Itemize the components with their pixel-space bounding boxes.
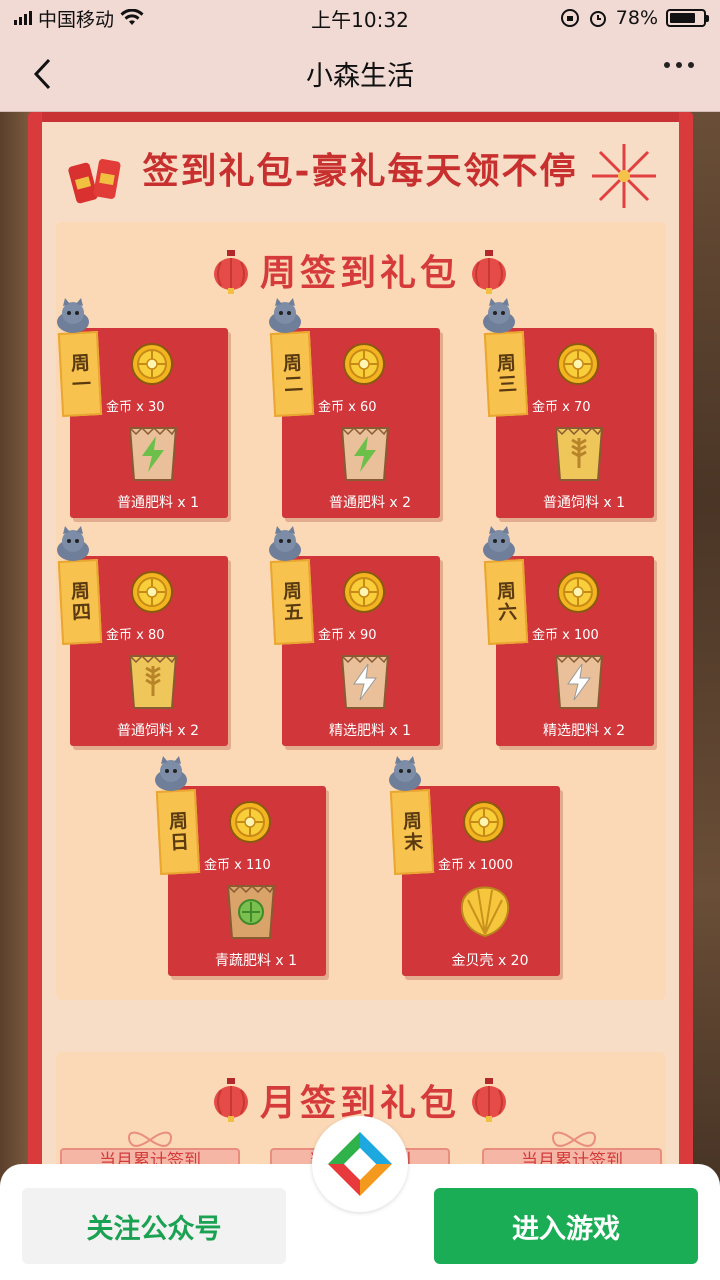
carrier-name: 中国移动	[38, 8, 115, 31]
day-tag: 周四	[57, 559, 103, 645]
fertilizer-green-bag-icon	[122, 420, 184, 484]
gold-coin-icon	[462, 800, 506, 844]
battery-icon	[666, 9, 709, 27]
feed-bag-icon	[122, 648, 184, 712]
day-reward-card: 周日 金币 x 110 青蔬肥料 x 1	[155, 756, 326, 976]
day-tag: 周六	[483, 559, 529, 645]
signal-icon	[14, 11, 32, 25]
day-tag: 周一	[57, 331, 103, 417]
cat-mascot-icon	[478, 526, 520, 562]
item-reward-label: 普通肥料 x 2	[328, 495, 412, 511]
firework-icon	[592, 144, 656, 208]
poster-top-stripe	[42, 112, 679, 122]
nav-bar: 小森生活	[0, 36, 720, 112]
coin-reward-label: 金币 x 90	[318, 628, 377, 643]
fertilizer-white-bag-icon	[548, 648, 610, 712]
gold-coin-icon	[130, 342, 174, 386]
feed-bag-icon	[548, 420, 610, 484]
battery-level	[670, 13, 695, 23]
cat-mascot-icon	[384, 756, 426, 792]
cat-mascot-icon	[52, 526, 94, 562]
day-reward-card: 周末 金币 x 1000 金贝壳 x 20	[389, 756, 560, 976]
gold-coin-icon	[342, 342, 386, 386]
coin-reward-label: 金币 x 100	[532, 628, 599, 643]
status-left: 中国移动	[14, 5, 254, 32]
coin-reward-label: 金币 x 70	[532, 400, 591, 415]
orientation-lock-icon	[560, 9, 579, 27]
coin-reward-label: 金币 x 80	[106, 628, 165, 643]
day-reward-card: 周一 金币 x 30 普通肥料 x 1	[57, 298, 228, 518]
cat-mascot-icon	[52, 298, 94, 334]
item-reward-label: 普通饲料 x 2	[116, 723, 200, 739]
back-button[interactable]	[22, 54, 62, 94]
vegetable-fertilizer-bag-icon	[220, 878, 282, 942]
status-bar: 中国移动 上午10:32 78%	[0, 0, 720, 36]
day-tag: 周末	[389, 789, 435, 875]
item-reward-label: 普通饲料 x 1	[542, 495, 626, 511]
gold-coin-icon	[130, 570, 174, 614]
item-reward-label: 精选肥料 x 1	[328, 723, 412, 739]
item-reward-label: 精选肥料 x 2	[542, 723, 626, 739]
cat-mascot-icon	[150, 756, 192, 792]
follow-account-button[interactable]: 关注公众号	[22, 1188, 286, 1264]
gold-coin-icon	[556, 570, 600, 614]
day-reward-card: 周三 金币 x 70 普通饲料 x 1	[483, 298, 654, 518]
battery-percent: 78%	[615, 7, 658, 29]
day-reward-card: 周五 金币 x 90 精选肥料 x 1	[269, 526, 440, 746]
lantern-icon	[472, 250, 506, 294]
enter-game-button[interactable]: 进入游戏	[434, 1188, 698, 1264]
item-reward-label: 普通肥料 x 1	[116, 495, 200, 511]
gold-coin-icon	[228, 800, 272, 844]
day-reward-card: 周六 金币 x 100 精选肥料 x 2	[483, 526, 654, 746]
day-tag: 周二	[269, 331, 315, 417]
gold-coin-icon	[556, 342, 600, 386]
item-reward-label: 金贝壳 x 20	[451, 953, 529, 969]
more-menu-button[interactable]	[664, 62, 694, 68]
chevron-left-icon	[33, 58, 51, 90]
status-right: 78%	[466, 7, 709, 29]
fertilizer-green-bag-icon	[334, 420, 396, 484]
coin-reward-label: 金币 x 110	[204, 858, 271, 873]
lantern-icon	[472, 1078, 506, 1122]
cat-mascot-icon	[478, 298, 520, 334]
day-reward-card: 周四 金币 x 80 普通饲料 x 2	[57, 526, 228, 746]
cat-mascot-icon	[264, 298, 306, 334]
day-reward-card: 周二 金币 x 60 普通肥料 x 2	[269, 298, 440, 518]
coin-reward-label: 金币 x 1000	[438, 858, 514, 873]
cat-mascot-icon	[264, 526, 306, 562]
app-logo-icon	[328, 1132, 392, 1196]
app-logo	[312, 1116, 408, 1212]
coin-reward-label: 金币 x 30	[106, 400, 165, 415]
coin-reward-label: 金币 x 60	[318, 400, 377, 415]
item-reward-label: 青蔬肥料 x 1	[214, 953, 298, 969]
alarm-icon	[589, 11, 606, 27]
day-tag: 周三	[483, 331, 529, 417]
wifi-icon	[120, 9, 144, 25]
page-title: 小森生活	[306, 61, 414, 92]
gold-coin-icon	[342, 570, 386, 614]
status-time: 上午10:32	[311, 7, 409, 32]
day-tag: 周日	[155, 789, 201, 875]
golden-shell-icon	[454, 878, 516, 942]
day-tag: 周五	[269, 559, 315, 645]
weekly-section-title: 周签到礼包	[259, 252, 460, 294]
fertilizer-white-bag-icon	[334, 648, 396, 712]
